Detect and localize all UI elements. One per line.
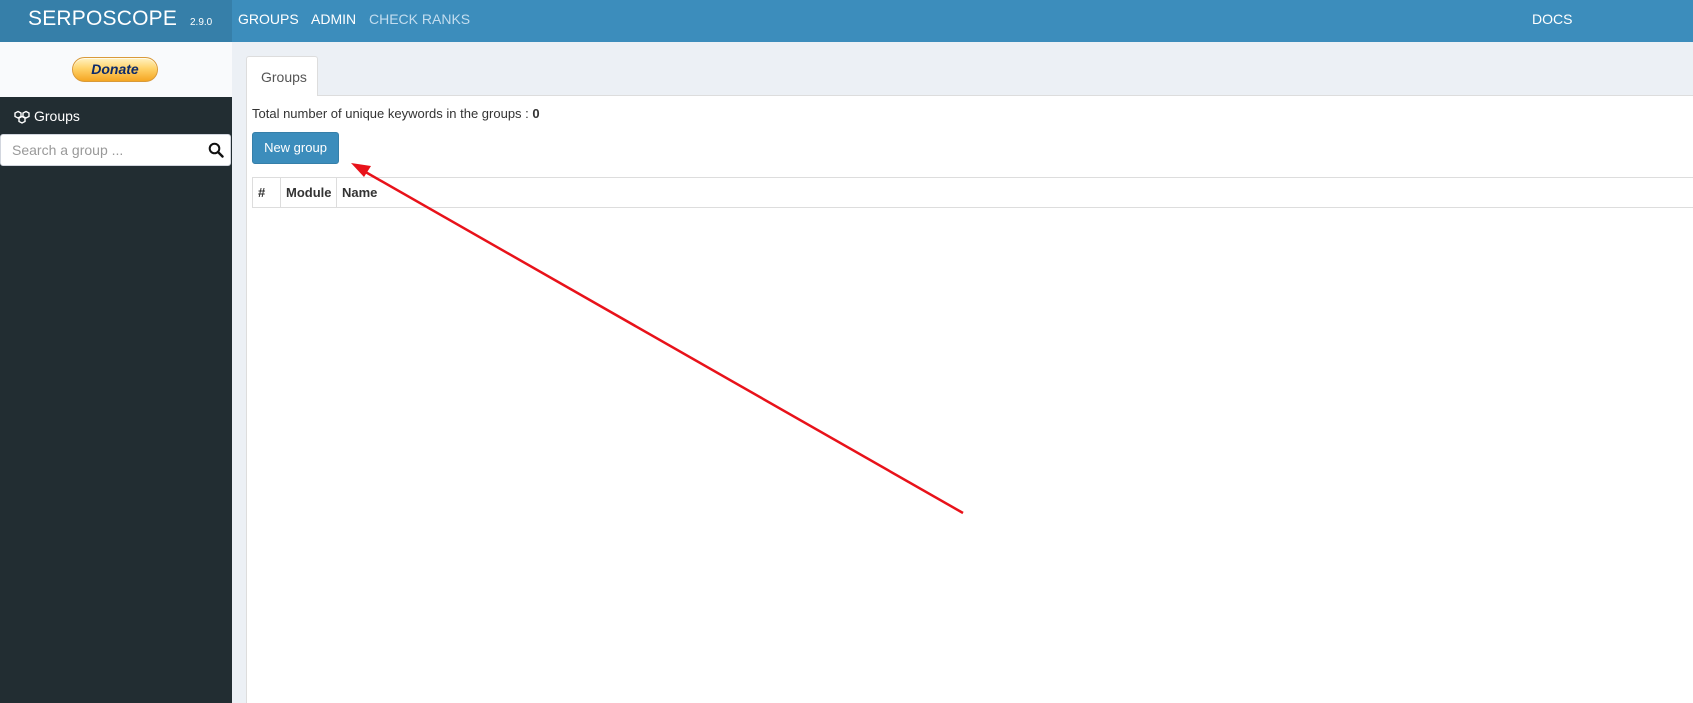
new-group-button[interactable]: New group [252, 132, 339, 164]
nav-groups-link[interactable]: GROUPS [238, 11, 299, 27]
cubes-icon [14, 110, 30, 124]
nav-docs-link[interactable]: DOCS [1532, 11, 1572, 27]
sidebar-item-label: Groups [34, 108, 80, 124]
keyword-total-label: Total number of unique keywords in the g… [252, 106, 529, 121]
top-navbar: SERPOSCOPE 2.9.0 GROUPS ADMIN CHECK RANK… [0, 0, 1693, 42]
tab-groups[interactable]: Groups [246, 56, 318, 96]
keyword-total-value: 0 [532, 106, 540, 121]
groups-table: # Module Name [252, 177, 1693, 208]
column-header-index[interactable]: # [252, 178, 280, 207]
nav-check-ranks-link[interactable]: CHECK RANKS [369, 11, 470, 27]
keyword-total: Total number of unique keywords in the g… [252, 106, 540, 121]
group-search [0, 134, 231, 166]
search-input[interactable] [1, 135, 201, 165]
app-title[interactable]: SERPOSCOPE [28, 7, 177, 31]
column-header-name[interactable]: Name [336, 178, 1693, 207]
nav-admin-link[interactable]: ADMIN [311, 11, 356, 27]
brand-area[interactable]: SERPOSCOPE 2.9.0 [0, 0, 232, 42]
search-icon[interactable] [208, 142, 224, 158]
sidebar: Donate Groups [0, 42, 232, 703]
app-version: 2.9.0 [190, 17, 213, 28]
column-header-module[interactable]: Module [280, 178, 336, 207]
donate-area: Donate [0, 42, 232, 97]
donate-button[interactable]: Donate [72, 57, 158, 82]
tab-label: Groups [261, 69, 307, 85]
content-area: Groups [232, 42, 1693, 703]
